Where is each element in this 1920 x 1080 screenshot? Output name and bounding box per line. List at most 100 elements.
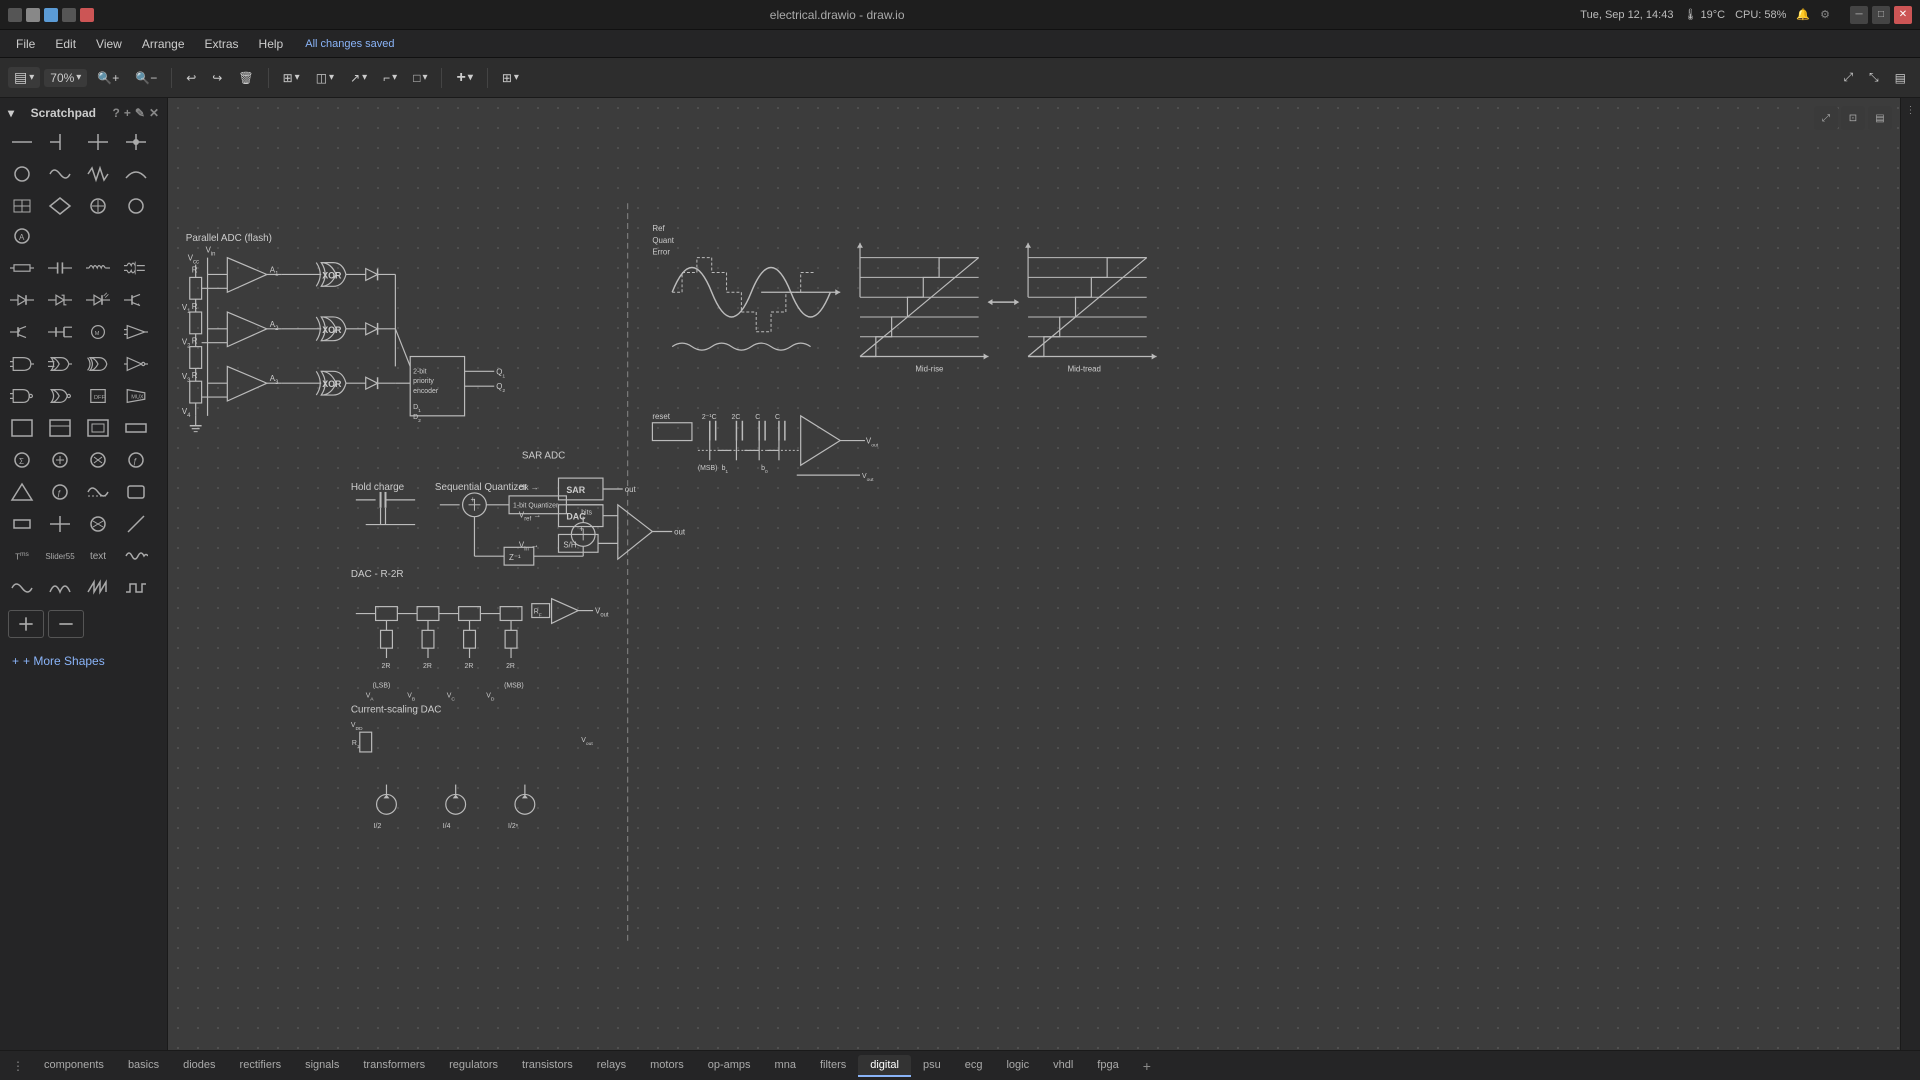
shape-jfet[interactable] — [42, 318, 78, 346]
shape-squiggle[interactable] — [118, 542, 154, 570]
sidebar-right-toggle[interactable]: ▤ — [1868, 106, 1892, 130]
shape-circle[interactable] — [4, 160, 40, 188]
collapse-button[interactable]: ⤡ — [1863, 66, 1885, 89]
tab-motors[interactable]: motors — [638, 1055, 696, 1077]
reset-view-button[interactable]: ⊡ — [1841, 106, 1865, 130]
shape-wire-cross[interactable] — [80, 128, 116, 156]
window-buttons[interactable]: ─ □ ✕ — [1850, 6, 1912, 24]
tab-vhdl[interactable]: vhdl — [1041, 1055, 1085, 1077]
shape-wire-t[interactable] — [42, 128, 78, 156]
shape-box4[interactable] — [118, 414, 154, 442]
shape-opamp[interactable] — [118, 318, 154, 346]
tab-logic[interactable]: logic — [994, 1055, 1041, 1077]
zoom-out-button[interactable]: 🔍− — [129, 67, 163, 89]
shape-box1[interactable] — [4, 414, 40, 442]
shape-diamond[interactable] — [42, 192, 78, 220]
shape-grid-sq[interactable] — [4, 192, 40, 220]
shape-add-button[interactable] — [8, 610, 44, 638]
menu-view[interactable]: View — [88, 34, 130, 54]
tab-psu[interactable]: psu — [911, 1055, 953, 1077]
shape-times-sym[interactable] — [80, 446, 116, 474]
tab-components[interactable]: components — [32, 1055, 116, 1077]
tab-basics[interactable]: basics — [116, 1055, 171, 1077]
tab-filters[interactable]: filters — [808, 1055, 858, 1077]
shape-f-circle[interactable]: ƒ — [42, 478, 78, 506]
panel-toggle-button[interactable]: ▤ — [1889, 67, 1912, 89]
table-button[interactable]: ⊞ ▾ — [496, 67, 525, 89]
scratchpad-edit-icon[interactable]: ✎ — [135, 106, 145, 120]
shape-sum-sym[interactable] — [42, 446, 78, 474]
redo-button[interactable]: ↪ — [206, 67, 228, 89]
shape-transformer[interactable] — [118, 254, 154, 282]
zoom-in-button[interactable]: 🔍+ — [91, 67, 125, 89]
menu-file[interactable]: File — [8, 34, 43, 54]
shape-sine[interactable] — [42, 160, 78, 188]
shape-bjt[interactable] — [118, 286, 154, 314]
shape-box2[interactable] — [42, 414, 78, 442]
tab-rectifiers[interactable]: rectifiers — [228, 1055, 294, 1077]
shape-f-sym[interactable]: ƒ — [118, 446, 154, 474]
shape-capacitor[interactable] — [42, 254, 78, 282]
shape-nor-gate[interactable] — [42, 382, 78, 410]
connection-button[interactable]: ⌐ ▾ — [377, 67, 403, 89]
waypoint-button[interactable]: ↗ ▾ — [344, 67, 373, 89]
shape-zener[interactable] — [42, 286, 78, 314]
tab-digital[interactable]: digital — [858, 1055, 911, 1077]
maximize-button[interactable]: □ — [1872, 6, 1890, 24]
shape-or-gate[interactable] — [42, 350, 78, 378]
shape-dff[interactable]: DFF — [80, 382, 116, 410]
fullscreen-button[interactable]: ⤢ — [1837, 66, 1859, 89]
shape-pnp[interactable] — [4, 318, 40, 346]
tab-relays[interactable]: relays — [585, 1055, 638, 1077]
shape-diode[interactable] — [4, 286, 40, 314]
canvas-area[interactable]: Parallel ADC (flash) Vcc R V1 R V2 R V3 … — [168, 98, 1900, 1050]
shape-tri-up[interactable] — [4, 478, 40, 506]
shape-mux[interactable]: MUX — [118, 382, 154, 410]
shape-step[interactable] — [118, 574, 154, 602]
minimize-button[interactable]: ─ — [1850, 6, 1868, 24]
menu-help[interactable]: Help — [251, 34, 292, 54]
shape-box-tiny[interactable] — [4, 510, 40, 538]
tab-signals[interactable]: signals — [293, 1055, 351, 1077]
undo-button[interactable]: ↩ — [180, 67, 202, 89]
shape-remove-button[interactable] — [48, 610, 84, 638]
format-button[interactable]: ⊞ ▾ — [277, 67, 306, 89]
shape-rect-sym[interactable] — [118, 478, 154, 506]
shape-box3[interactable] — [80, 414, 116, 442]
menu-edit[interactable]: Edit — [47, 34, 84, 54]
shape-and-gate[interactable] — [4, 350, 40, 378]
scratchpad-close-icon[interactable]: ✕ — [149, 106, 159, 120]
close-button[interactable]: ✕ — [1894, 6, 1912, 24]
tab-menu-button[interactable]: ⋮ — [8, 1055, 28, 1077]
shape-text-text[interactable]: text — [80, 542, 116, 570]
shape-wire-h[interactable] — [4, 128, 40, 156]
menu-extras[interactable]: Extras — [197, 34, 247, 54]
tab-regulators[interactable]: regulators — [437, 1055, 510, 1077]
right-panel-btn-1[interactable]: ⋮ — [1903, 102, 1919, 118]
scratchpad-collapse-icon[interactable]: ▾ — [8, 106, 14, 120]
shape-nand-gate[interactable] — [4, 382, 40, 410]
shape-slash[interactable] — [118, 510, 154, 538]
tab-ecg[interactable]: ecg — [953, 1055, 995, 1077]
tab-op-amps[interactable]: op-amps — [696, 1055, 763, 1077]
shape-circle-a[interactable]: A — [4, 222, 40, 250]
shape-circle-plus[interactable] — [80, 192, 116, 220]
tab-diodes[interactable]: diodes — [171, 1055, 227, 1077]
insert-button[interactable]: + ▾ — [450, 65, 478, 91]
tab-add-button[interactable]: + — [1135, 1054, 1159, 1078]
shape-zigzag[interactable] — [80, 160, 116, 188]
more-shapes-button[interactable]: + + More Shapes — [4, 650, 163, 672]
shape-wave2[interactable] — [4, 574, 40, 602]
shape-inductor[interactable] — [80, 254, 116, 282]
tab-transformers[interactable]: transformers — [351, 1055, 437, 1077]
scratchpad-help-icon[interactable]: ? — [113, 106, 120, 120]
shape-xor-gate[interactable] — [80, 350, 116, 378]
shape-node[interactable] — [118, 128, 154, 156]
zoom-control[interactable]: 70% ▾ — [44, 69, 87, 87]
style-button[interactable]: ◫ ▾ — [310, 67, 340, 89]
tab-mna[interactable]: mna — [763, 1055, 808, 1077]
scratchpad-add-icon[interactable]: + — [124, 106, 131, 120]
tab-fpga[interactable]: fpga — [1085, 1055, 1130, 1077]
shape-button[interactable]: □ ▾ — [407, 67, 433, 89]
shape-text-tms[interactable]: Tms — [4, 542, 40, 570]
